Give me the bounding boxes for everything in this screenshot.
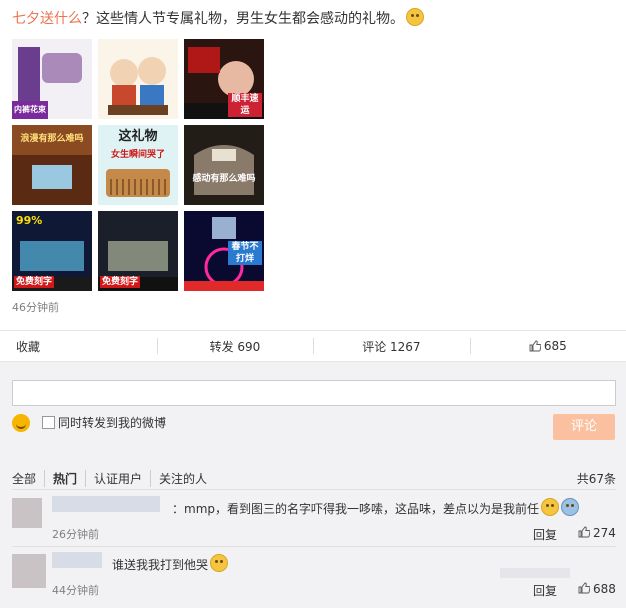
comment-time: 44分钟前 <box>52 584 99 597</box>
hashtag-link[interactable]: 七夕送什么 <box>12 11 82 27</box>
comment-input[interactable] <box>12 380 616 406</box>
comment-like-button[interactable]: 688 <box>578 582 616 596</box>
emoji-picker-icon[interactable] <box>12 414 30 432</box>
filter-verified[interactable]: 认证用户 <box>85 470 150 487</box>
repost-button[interactable]: 转发 690 <box>156 331 313 361</box>
blurred-region <box>500 568 570 578</box>
comment-text: 谁送我我打到他哭 <box>112 554 229 573</box>
image-caption: 女生瞬间哭了 <box>110 150 165 160</box>
comment-label: 评论 1267 <box>362 339 421 354</box>
image-caption: 浪漫有那么难吗 <box>20 134 84 144</box>
username-blurred[interactable] <box>52 552 102 568</box>
repost-checkbox[interactable] <box>42 416 55 429</box>
image-thumb[interactable]: 99% 免费刻字 <box>12 211 92 291</box>
image-caption: 顺丰速运 <box>228 93 262 117</box>
submit-comment-button[interactable]: 评论 <box>553 414 615 440</box>
post-body: ？这些情人节专属礼物，男生女生都会感动的礼物。 <box>82 11 404 27</box>
reply-button[interactable]: 回复 <box>533 582 557 599</box>
image-thumb[interactable]: 内裤花束 <box>12 39 92 119</box>
weibo-post: 七夕送什么？这些情人节专属礼物，男生女生都会感动的礼物。 内裤花束 顺丰速运 浪… <box>0 0 626 330</box>
favorite-button[interactable]: 收藏 <box>0 331 157 361</box>
smile-emoji-icon <box>210 554 229 572</box>
image-thumb[interactable]: 感动有那么难吗 <box>184 125 264 205</box>
repost-checkbox-label: 同时转发到我的微博 <box>58 416 167 430</box>
filter-all[interactable]: 全部 <box>12 470 44 487</box>
reply-button[interactable]: 回复 <box>533 526 557 543</box>
filter-hot[interactable]: 热门 <box>44 470 85 487</box>
divider <box>12 489 616 490</box>
action-bar: 收藏 转发 690 评论 1267 685 <box>0 330 626 362</box>
image-caption: 免费刻字 <box>14 276 55 288</box>
comment-count: 共67条 <box>576 472 616 486</box>
image-thumb[interactable]: 浪漫有那么难吗 <box>12 125 92 205</box>
favorite-label: 收藏 <box>16 339 41 354</box>
comment-like-button[interactable]: 274 <box>578 526 616 540</box>
comment-filters: 全部 热门 认证用户 关注的人 <box>12 470 215 487</box>
image-thumb[interactable]: 这礼物 女生瞬间哭了 <box>98 125 178 205</box>
repost-label: 转发 690 <box>209 339 261 354</box>
avatar[interactable] <box>12 554 46 588</box>
image-caption: 免费刻字 <box>100 276 141 288</box>
comment-body: ：mmp，看到图三的名字吓得我一哆嗦，这品味，差点以为是我前任 <box>172 502 539 516</box>
thumbs-up-icon <box>529 340 541 352</box>
comment-like-count: 274 <box>593 526 616 540</box>
post-text: 七夕送什么？这些情人节专属礼物，男生女生都会感动的礼物。 <box>12 8 424 28</box>
thumbs-up-icon <box>578 582 590 594</box>
comment-section: 同时转发到我的微博 评论 全部 热门 认证用户 关注的人 共67条 ：mmp，看… <box>0 362 626 608</box>
filter-following[interactable]: 关注的人 <box>150 470 215 487</box>
cat-emoji-icon <box>541 498 559 516</box>
cat-emoji-icon <box>406 8 424 26</box>
avatar[interactable] <box>12 498 42 528</box>
comment-like-count: 688 <box>593 582 616 596</box>
image-thumb[interactable]: 顺丰速运 <box>184 39 264 119</box>
comment-button[interactable]: 评论 1267 <box>313 331 469 361</box>
image-thumb[interactable] <box>98 39 178 119</box>
like-button[interactable]: 685 <box>469 331 626 361</box>
post-time: 46分钟前 <box>12 301 59 314</box>
image-caption: 这礼物 <box>118 129 158 144</box>
image-caption: 春节不打烊 <box>228 241 262 265</box>
image-thumb[interactable]: 春节不打烊 <box>184 211 264 291</box>
like-count: 685 <box>543 339 567 353</box>
image-caption: 内裤花束 <box>14 105 46 114</box>
image-caption: 99% <box>16 214 43 227</box>
comment-time: 26分钟前 <box>52 528 99 541</box>
image-2 <box>98 39 178 119</box>
image-thumb[interactable]: 免费刻字 <box>98 211 178 291</box>
crying-emoji-icon <box>561 498 579 516</box>
image-6 <box>184 125 264 205</box>
comment-body: 谁送我我打到他哭 <box>112 558 209 572</box>
username-blurred[interactable] <box>52 496 160 512</box>
comment-text: ：mmp，看到图三的名字吓得我一哆嗦，这品味，差点以为是我前任 <box>172 498 579 517</box>
thumbs-up-icon <box>578 526 590 538</box>
divider <box>12 546 616 547</box>
image-caption: 感动有那么难吗 <box>192 174 256 184</box>
